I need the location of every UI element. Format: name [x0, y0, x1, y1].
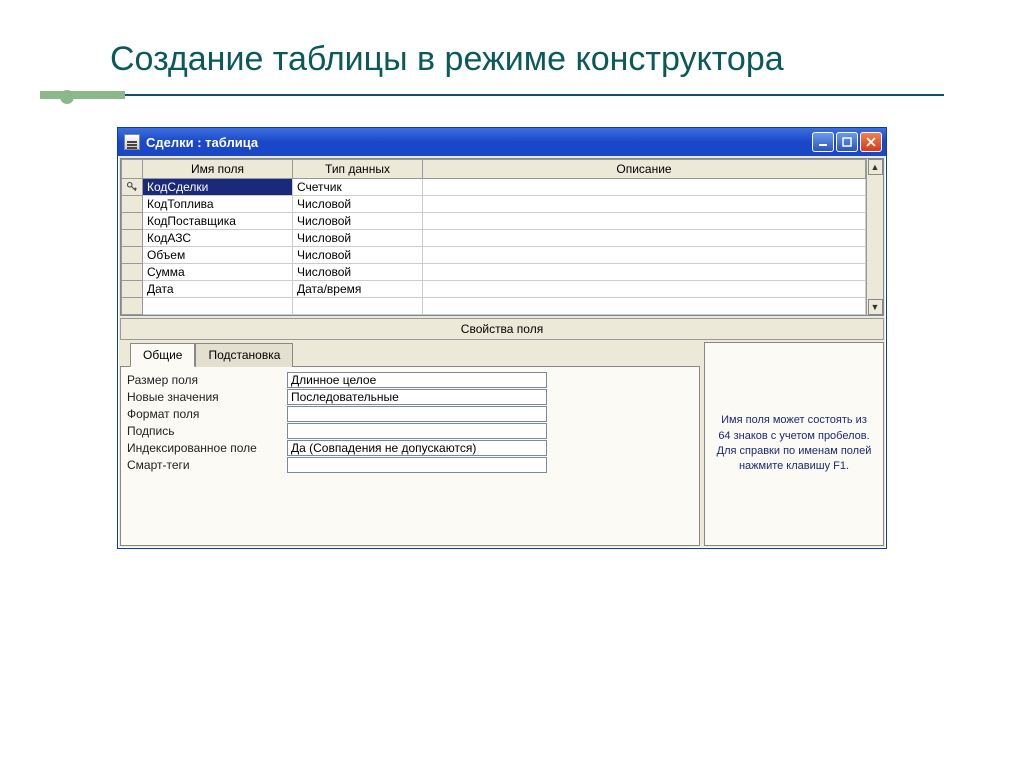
field-desc-cell[interactable]: [423, 281, 866, 298]
field-name-cell[interactable]: КодТоплива: [143, 196, 293, 213]
property-row: Индексированное полеДа (Совпадения не до…: [127, 439, 693, 456]
property-row: Размер поляДлинное целое: [127, 371, 693, 388]
field-design-grid[interactable]: Имя поля Тип данных Описание КодСделкиСч…: [121, 159, 866, 315]
col-header-type[interactable]: Тип данных: [293, 160, 423, 179]
table-row[interactable]: СуммаЧисловой: [122, 264, 866, 281]
property-value-input[interactable]: Да (Совпадения не допускаются): [287, 440, 547, 456]
field-type-cell[interactable]: Числовой: [293, 213, 423, 230]
property-row: Формат поля: [127, 405, 693, 422]
row-selector[interactable]: [122, 264, 143, 281]
col-header-desc[interactable]: Описание: [423, 160, 866, 179]
row-selector-header: [122, 160, 143, 179]
field-name-cell[interactable]: КодАЗС: [143, 230, 293, 247]
table-row[interactable]: ОбъемЧисловой: [122, 247, 866, 264]
window-title: Сделки : таблица: [146, 135, 812, 150]
field-type-cell[interactable]: Числовой: [293, 230, 423, 247]
property-label: Смарт-теги: [127, 458, 287, 472]
property-row: Подпись: [127, 422, 693, 439]
property-label: Формат поля: [127, 407, 287, 421]
table-row[interactable]: ДатаДата/время: [122, 281, 866, 298]
field-properties-title: Свойства поля: [120, 318, 884, 340]
field-desc-cell[interactable]: [423, 247, 866, 264]
grid-header-row: Имя поля Тип данных Описание: [122, 160, 866, 179]
field-name-cell[interactable]: КодПоставщика: [143, 213, 293, 230]
field-type-cell[interactable]: [293, 298, 423, 315]
field-name-cell[interactable]: [143, 298, 293, 315]
field-type-cell[interactable]: Счетчик: [293, 179, 423, 196]
key-icon: [126, 181, 138, 193]
field-desc-cell[interactable]: [423, 230, 866, 247]
property-value-input[interactable]: [287, 423, 547, 439]
table-row[interactable]: КодСделкиСчетчик: [122, 179, 866, 196]
row-selector[interactable]: [122, 281, 143, 298]
row-selector[interactable]: [122, 247, 143, 264]
property-value-input[interactable]: Длинное целое: [287, 372, 547, 388]
property-value-input[interactable]: Последовательные: [287, 389, 547, 405]
property-value-input[interactable]: [287, 457, 547, 473]
field-type-cell[interactable]: Дата/время: [293, 281, 423, 298]
field-desc-cell[interactable]: [423, 298, 866, 315]
close-button[interactable]: [860, 132, 882, 152]
property-value-input[interactable]: [287, 406, 547, 422]
help-text: Имя поля может состоять из 64 знаков с у…: [715, 413, 873, 475]
slide-title: Создание таблицы в режиме конструктора: [110, 40, 944, 79]
field-type-cell[interactable]: Числовой: [293, 247, 423, 264]
field-name-cell[interactable]: КодСделки: [143, 179, 293, 196]
table-row[interactable]: КодПоставщикаЧисловой: [122, 213, 866, 230]
field-name-cell[interactable]: Сумма: [143, 264, 293, 281]
field-desc-cell[interactable]: [423, 264, 866, 281]
help-panel: Имя поля может состоять из 64 знаков с у…: [704, 342, 884, 546]
table-row[interactable]: КодАЗСЧисловой: [122, 230, 866, 247]
tab-general[interactable]: Общие: [130, 343, 195, 367]
vertical-scrollbar[interactable]: ▲ ▼: [866, 159, 883, 315]
field-name-cell[interactable]: Дата: [143, 281, 293, 298]
tab-lookup[interactable]: Подстановка: [195, 343, 293, 367]
field-type-cell[interactable]: Числовой: [293, 264, 423, 281]
titlebar[interactable]: Сделки : таблица: [118, 128, 886, 156]
access-design-window: Сделки : таблица Имя поля: [117, 127, 887, 549]
field-desc-cell[interactable]: [423, 213, 866, 230]
col-header-name[interactable]: Имя поля: [143, 160, 293, 179]
maximize-button[interactable]: [836, 132, 858, 152]
minimize-button[interactable]: [812, 132, 834, 152]
field-desc-cell[interactable]: [423, 196, 866, 213]
table-icon: [124, 134, 140, 150]
scroll-up-button[interactable]: ▲: [868, 159, 883, 175]
property-label: Индексированное поле: [127, 441, 287, 455]
row-selector[interactable]: [122, 213, 143, 230]
scroll-down-button[interactable]: ▼: [868, 299, 883, 315]
field-name-cell[interactable]: Объем: [143, 247, 293, 264]
primary-key-indicator[interactable]: [122, 179, 143, 196]
properties-pane: Размер поляДлинное целоеНовые значенияПо…: [120, 366, 700, 546]
table-row[interactable]: КодТопливаЧисловой: [122, 196, 866, 213]
property-label: Новые значения: [127, 390, 287, 404]
table-row[interactable]: [122, 298, 866, 315]
property-label: Размер поля: [127, 373, 287, 387]
field-desc-cell[interactable]: [423, 179, 866, 196]
field-type-cell[interactable]: Числовой: [293, 196, 423, 213]
property-row: Смарт-теги: [127, 456, 693, 473]
property-label: Подпись: [127, 424, 287, 438]
row-selector[interactable]: [122, 196, 143, 213]
title-divider: [40, 91, 944, 99]
property-row: Новые значенияПоследовательные: [127, 388, 693, 405]
row-selector[interactable]: [122, 298, 143, 315]
row-selector[interactable]: [122, 230, 143, 247]
